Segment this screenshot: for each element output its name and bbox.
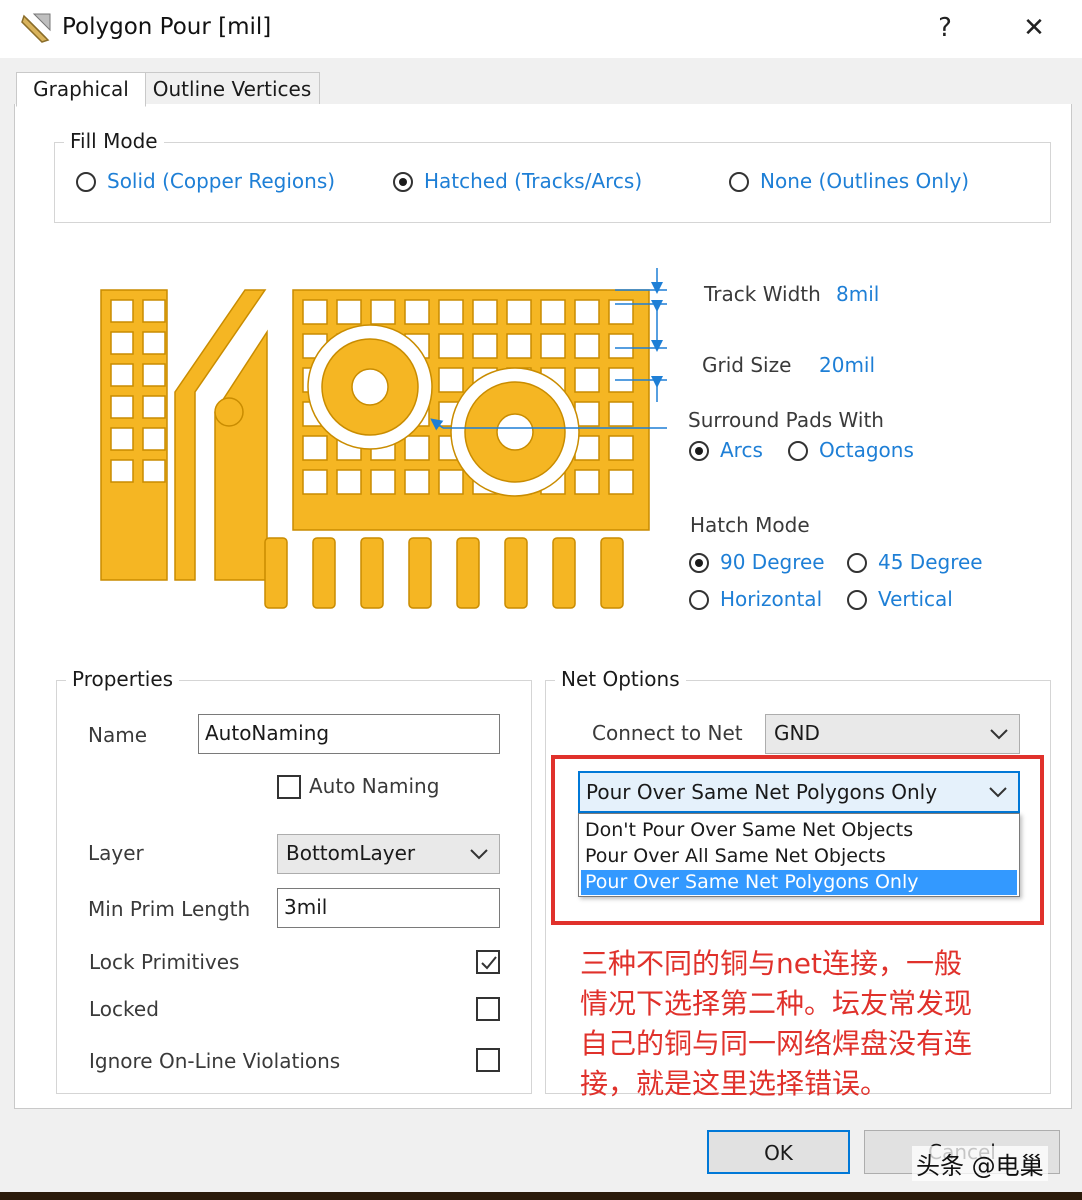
checkmark-icon bbox=[481, 956, 497, 970]
annotation-line-1: 三种不同的铜与net连接，一般 bbox=[580, 947, 962, 980]
lock-primitives-label: Lock Primitives bbox=[89, 950, 240, 974]
fill-mode-legend: Fill Mode bbox=[64, 129, 164, 153]
bottom-strip bbox=[0, 1192, 1082, 1200]
surround-arcs-radio[interactable] bbox=[689, 441, 709, 461]
hatch-mode-legend: Hatch Mode bbox=[690, 513, 810, 537]
ok-button[interactable]: OK bbox=[707, 1130, 850, 1174]
tab-graphical[interactable]: Graphical bbox=[16, 72, 146, 107]
surround-pads-legend: Surround Pads With bbox=[688, 408, 884, 432]
grid-size-label: Grid Size bbox=[702, 353, 792, 377]
finger-track bbox=[312, 537, 336, 609]
window-title: Polygon Pour [mil] bbox=[62, 14, 272, 40]
annotation-line-4: 接，就是这里选择错误。 bbox=[580, 1067, 889, 1100]
pour-option-all-same-net[interactable]: Pour Over All Same Net Objects bbox=[581, 844, 1017, 869]
finger-track bbox=[408, 537, 432, 609]
hatch-preview-image bbox=[100, 268, 667, 609]
fill-hatched-label[interactable]: Hatched (Tracks/Arcs) bbox=[424, 169, 642, 193]
min-prim-length-input[interactable]: 3mil bbox=[277, 888, 500, 928]
surround-octagons-radio[interactable] bbox=[788, 441, 808, 461]
pour-over-dropdown-list: Don't Pour Over Same Net Objects Pour Ov… bbox=[578, 813, 1020, 897]
ignore-violations-label: Ignore On-Line Violations bbox=[89, 1049, 341, 1073]
connect-to-net-label: Connect to Net bbox=[592, 721, 743, 745]
pour-over-value: Pour Over Same Net Polygons Only bbox=[586, 780, 938, 804]
hatch-left-block bbox=[100, 289, 168, 581]
name-label: Name bbox=[88, 723, 148, 747]
fill-hatched-radio[interactable] bbox=[393, 172, 413, 192]
hatch-90-radio[interactable] bbox=[689, 553, 709, 573]
finger-track bbox=[504, 537, 528, 609]
hatch-45-radio[interactable] bbox=[847, 553, 867, 573]
chevron-down-icon bbox=[990, 729, 1008, 740]
pad-hole bbox=[496, 413, 534, 451]
pour-over-select[interactable]: Pour Over Same Net Polygons Only bbox=[578, 771, 1020, 813]
finger-track bbox=[552, 537, 576, 609]
track-width-label: Track Width bbox=[704, 282, 821, 306]
close-button[interactable]: ✕ bbox=[1014, 10, 1054, 46]
hatch-90-label[interactable]: 90 Degree bbox=[720, 550, 825, 574]
hatch-horizontal-label[interactable]: Horizontal bbox=[720, 587, 822, 611]
annotation-line-3: 自己的铜与同一网络焊盘没有连 bbox=[580, 1027, 973, 1060]
hatch-horizontal-radio[interactable] bbox=[689, 590, 709, 610]
pour-option-dont-pour[interactable]: Don't Pour Over Same Net Objects bbox=[581, 818, 1017, 843]
layer-label: Layer bbox=[88, 841, 144, 865]
name-input[interactable]: AutoNaming bbox=[198, 714, 500, 754]
track-width-value: 8mil bbox=[836, 282, 880, 306]
fill-none-radio[interactable] bbox=[729, 172, 749, 192]
tab-outline-vertices[interactable]: Outline Vertices bbox=[144, 72, 320, 107]
small-pad bbox=[214, 397, 244, 427]
annotation-line-2: 情况下选择第二种。坛友常发现 bbox=[580, 987, 973, 1020]
net-options-legend: Net Options bbox=[555, 667, 686, 691]
help-button[interactable]: ? bbox=[925, 10, 965, 46]
fill-none-label[interactable]: None (Outlines Only) bbox=[760, 169, 969, 193]
hatch-45-label[interactable]: 45 Degree bbox=[878, 550, 983, 574]
connect-to-net-select[interactable]: GND bbox=[765, 714, 1020, 754]
ignore-violations-checkbox[interactable] bbox=[476, 1048, 500, 1072]
finger-track bbox=[264, 537, 288, 609]
copper-hatch bbox=[100, 289, 650, 609]
chevron-down-icon bbox=[470, 849, 488, 860]
polygon-pour-icon bbox=[21, 13, 51, 43]
finger-track bbox=[360, 537, 384, 609]
pad-hole bbox=[351, 368, 389, 406]
auto-naming-label[interactable]: Auto Naming bbox=[309, 774, 439, 798]
finger-track bbox=[600, 537, 624, 609]
fill-solid-label[interactable]: Solid (Copper Regions) bbox=[107, 169, 335, 193]
connect-to-net-value: GND bbox=[774, 721, 820, 745]
properties-legend: Properties bbox=[66, 667, 180, 691]
grid-size-value: 20mil bbox=[819, 353, 876, 377]
surround-octagons-label[interactable]: Octagons bbox=[819, 438, 914, 462]
hatch-vertical-label[interactable]: Vertical bbox=[878, 587, 953, 611]
fill-solid-radio[interactable] bbox=[76, 172, 96, 192]
layer-select[interactable]: BottomLayer bbox=[277, 834, 500, 874]
surround-arcs-label[interactable]: Arcs bbox=[720, 438, 763, 462]
hatch-vertical-radio[interactable] bbox=[847, 590, 867, 610]
locked-label: Locked bbox=[89, 997, 159, 1021]
finger-track bbox=[456, 537, 480, 609]
title-bar: Polygon Pour [mil] ? ✕ bbox=[0, 0, 1082, 58]
watermark-text: 头条 @电巢 bbox=[912, 1146, 1048, 1181]
auto-naming-checkbox[interactable] bbox=[277, 775, 301, 799]
layer-select-value: BottomLayer bbox=[286, 841, 416, 865]
pour-option-same-net-polygons[interactable]: Pour Over Same Net Polygons Only bbox=[581, 870, 1017, 895]
min-prim-length-label: Min Prim Length bbox=[88, 897, 251, 921]
locked-checkbox[interactable] bbox=[476, 997, 500, 1021]
chevron-down-icon bbox=[989, 787, 1007, 798]
diagonal-track bbox=[174, 289, 268, 581]
lock-primitives-checkbox[interactable] bbox=[476, 950, 500, 974]
